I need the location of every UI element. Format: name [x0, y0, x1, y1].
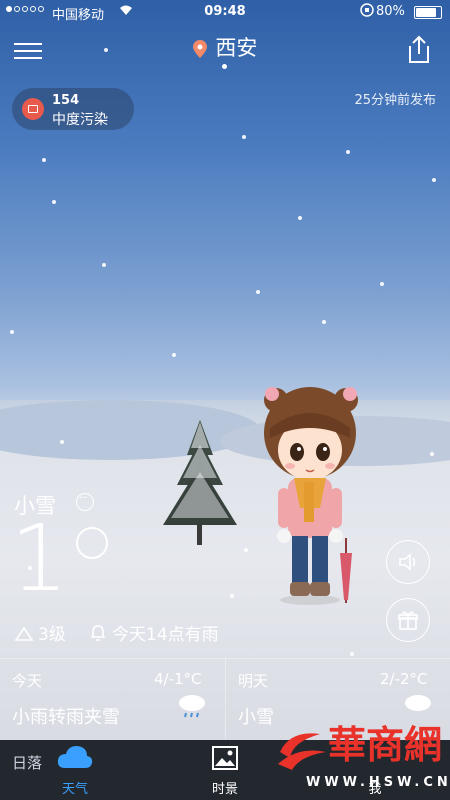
- aqi-value: 154: [52, 93, 80, 108]
- snowflake: [102, 263, 106, 267]
- today-label: 今天: [12, 672, 43, 690]
- page-indicator-dot: [222, 64, 227, 69]
- cartoon-girl: [264, 387, 358, 605]
- tomorrow-label: 明天: [238, 672, 269, 690]
- today-desc: 小雨转雨夹雪: [12, 707, 120, 728]
- city-name: 西安: [215, 36, 258, 60]
- snowflake: [346, 150, 350, 154]
- snowflake: [230, 594, 234, 598]
- gift-icon: [398, 611, 418, 630]
- today-range: 4/-1°C: [154, 670, 202, 688]
- rain-alert: 今天14点有雨: [90, 620, 219, 645]
- wind-level: 3级: [38, 625, 66, 645]
- svg-text:WWW.HSW.CN: WWW.HSW.CN: [306, 775, 450, 790]
- snowflake: [52, 200, 56, 204]
- snowflake: [380, 282, 384, 286]
- air-quality-icon: [22, 98, 44, 120]
- snowflake: [350, 652, 354, 656]
- speaker-icon: [399, 553, 416, 571]
- current-temperature: 1: [10, 505, 69, 612]
- share-button[interactable]: [404, 34, 434, 66]
- rain-alert-text: 今天14点有雨: [112, 625, 219, 645]
- aqi-level: 中度污染: [52, 112, 108, 128]
- voice-broadcast-button[interactable]: [386, 540, 430, 584]
- tab-weather[interactable]: 天气: [30, 740, 120, 800]
- snowflake: [298, 216, 302, 220]
- snowflake: [42, 158, 46, 162]
- svg-text:華商網: 華商網: [328, 722, 442, 767]
- snowy-tree: [163, 420, 237, 545]
- rotation-lock-icon: [360, 3, 374, 17]
- snowflake: [60, 440, 64, 444]
- status-bar: 中国移动 09:48 80%: [0, 0, 450, 24]
- snowflake: [172, 353, 176, 357]
- location-pin-icon: [192, 40, 207, 58]
- city-selector[interactable]: 西安: [0, 32, 450, 62]
- snowflake: [256, 290, 260, 294]
- snowflake: [432, 178, 436, 182]
- wind-info: 3级: [14, 620, 66, 645]
- tomorrow-range: 2/-2°C: [380, 670, 428, 688]
- tab-scenes[interactable]: 时景: [180, 740, 270, 800]
- bell-icon: [91, 624, 105, 641]
- snowflake: [430, 452, 434, 456]
- image-icon: [212, 746, 238, 770]
- tab-label: 时景: [211, 782, 238, 797]
- publish-time: 25分钟前发布: [354, 93, 436, 108]
- snowflake: [10, 330, 14, 334]
- more-icon[interactable]: [76, 491, 94, 511]
- tomorrow-desc: 小雪: [238, 707, 274, 728]
- gift-button[interactable]: [386, 598, 430, 642]
- weather-app: 中国移动 09:48 80% 西安 154 中度污染 25分钟前发布 小雪 1 …: [0, 0, 450, 800]
- battery-percent: 80%: [376, 4, 405, 19]
- watermark-logo: 華商網 WWW.HSW.CN: [278, 722, 450, 790]
- tab-label: 天气: [61, 782, 88, 797]
- battery-icon: [414, 6, 442, 19]
- snowflake: [322, 320, 326, 324]
- air-quality-badge[interactable]: 154 中度污染: [12, 88, 134, 130]
- snowflake: [242, 135, 246, 139]
- rain-cloud-icon: [179, 695, 205, 718]
- divider: [225, 658, 226, 740]
- wind-icon: [14, 626, 34, 641]
- cloud-icon: [57, 746, 93, 768]
- degree-symbol-icon: [76, 527, 108, 559]
